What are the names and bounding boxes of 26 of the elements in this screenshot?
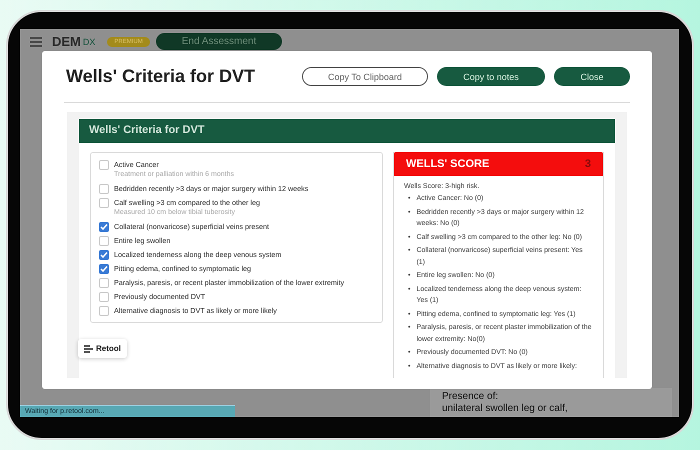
checkbox[interactable] <box>99 160 109 170</box>
end-assessment-button[interactable]: End Assessment <box>156 33 282 50</box>
logo-text: DX <box>82 36 96 46</box>
modal-title: Wells' Criteria for DVT <box>66 66 255 87</box>
copy-to-clipboard-button[interactable]: Copy To Clipboard <box>302 67 428 86</box>
retool-badge[interactable]: Retool <box>78 339 127 358</box>
background-text: unilateral swollen leg or calf, <box>442 403 569 415</box>
score-title: WELLS' SCORE <box>406 158 490 170</box>
close-button[interactable]: Close <box>554 67 630 86</box>
checkbox[interactable] <box>99 278 109 288</box>
checkbox[interactable] <box>99 306 109 316</box>
checkbox[interactable] <box>99 236 109 246</box>
copy-to-notes-button[interactable]: Copy to notes <box>437 67 545 86</box>
checkbox[interactable] <box>99 184 109 194</box>
checkbox[interactable] <box>99 292 109 302</box>
score-value: 3 <box>584 158 591 170</box>
checkbox[interactable] <box>99 250 109 260</box>
logo-text: DEM <box>52 34 81 49</box>
retool-icon <box>84 344 93 352</box>
checkbox[interactable] <box>99 264 109 274</box>
background-heading: Presence of: <box>442 391 500 403</box>
checkbox[interactable] <box>99 198 109 208</box>
checkbox[interactable] <box>99 222 109 232</box>
retool-label: Retool <box>96 344 121 353</box>
section-header: Wells' Criteria for DVT <box>79 119 615 143</box>
menu-icon[interactable] <box>30 36 42 46</box>
